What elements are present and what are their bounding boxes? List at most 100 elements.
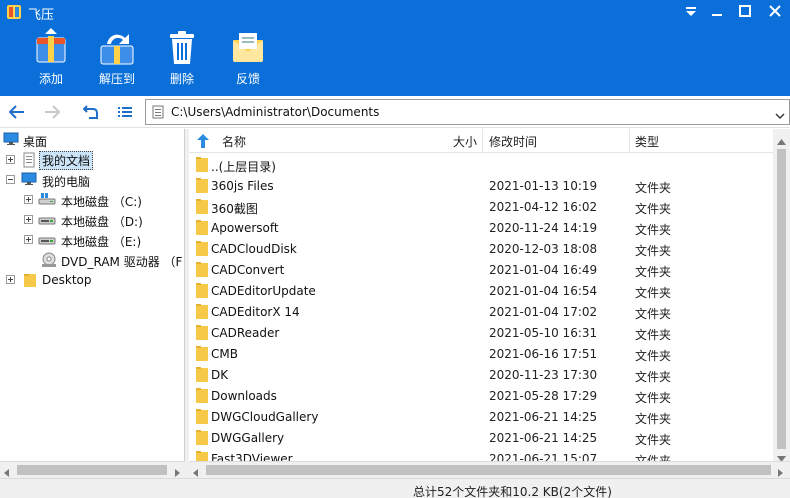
file-row[interactable]: CADEditorX 14 2021-01-04 17:02 文件夹 bbox=[189, 301, 773, 322]
file-row[interactable]: DWGCloudGallery 2021-06-21 14:25 文件夹 bbox=[189, 406, 773, 427]
file-row[interactable]: ..(上层目录) bbox=[189, 154, 773, 175]
minimize-button[interactable] bbox=[702, 0, 732, 22]
sort-up-arrow-icon bbox=[197, 134, 209, 151]
file-row[interactable]: Fast3DViewer 2021-06-21 15:07 文件夹 bbox=[189, 448, 773, 461]
expand-icon[interactable] bbox=[24, 215, 33, 224]
folder-icon bbox=[196, 304, 208, 322]
tree-item-drive-d[interactable]: 本地磁盘 （D:) bbox=[0, 210, 184, 230]
feedback-label: 反馈 bbox=[235, 72, 260, 86]
file-modified: 2021-01-04 16:54 bbox=[489, 284, 598, 298]
address-bar: C:\Users\Administrator\Documents bbox=[0, 96, 790, 128]
path-input[interactable]: C:\Users\Administrator\Documents bbox=[145, 99, 790, 125]
expand-icon[interactable] bbox=[6, 155, 15, 164]
tree-item-drive-c[interactable]: 本地磁盘 （C:) bbox=[0, 190, 184, 210]
tree-item-desktop-folder[interactable]: Desktop bbox=[0, 270, 184, 290]
file-row[interactable]: CADEditorUpdate 2021-01-04 16:54 文件夹 bbox=[189, 280, 773, 301]
tree-item-desktop[interactable]: 桌面 bbox=[0, 130, 184, 150]
dvd-drive-icon bbox=[41, 252, 57, 271]
scroll-up-icon[interactable] bbox=[777, 134, 786, 148]
maximize-button[interactable] bbox=[730, 0, 760, 22]
file-row[interactable]: DWGGallery 2021-06-21 14:25 文件夹 bbox=[189, 427, 773, 448]
file-row[interactable]: Downloads 2021-05-28 17:29 文件夹 bbox=[189, 385, 773, 406]
file-row[interactable]: CADCloudDisk 2020-12-03 18:08 文件夹 bbox=[189, 238, 773, 259]
collapse-icon[interactable] bbox=[6, 175, 15, 184]
file-modified: 2021-06-16 17:51 bbox=[489, 347, 598, 361]
file-row[interactable]: DK 2020-11-23 17:30 文件夹 bbox=[189, 364, 773, 385]
folder-icon bbox=[196, 409, 208, 427]
status-bar: 总计52个文件夹和10.2 KB(2个文件) bbox=[0, 478, 790, 498]
folder-tree: 桌面 我的文档 我的电脑 本地磁盘 （C:) 本地磁盘 （D:) 本地磁盘 （E… bbox=[0, 129, 185, 461]
folder-icon bbox=[196, 388, 208, 406]
scrollbar-thumb[interactable] bbox=[17, 465, 167, 475]
scrollbar-thumb[interactable] bbox=[777, 149, 786, 449]
file-list-horizontal-scrollbar[interactable] bbox=[189, 461, 790, 478]
add-button[interactable]: 添加 bbox=[21, 28, 81, 87]
tree-label: DVD_RAM 驱动器 （F bbox=[61, 255, 183, 269]
extract-to-button[interactable]: 解压到 bbox=[87, 28, 147, 87]
file-name: CADEditorUpdate bbox=[211, 284, 316, 298]
computer-icon bbox=[20, 172, 38, 189]
system-drive-icon bbox=[38, 192, 56, 209]
file-row[interactable]: 360js Files 2021-01-13 10:19 文件夹 bbox=[189, 175, 773, 196]
file-modified: 2021-06-21 15:07 bbox=[489, 452, 598, 461]
column-divider[interactable] bbox=[629, 129, 630, 153]
file-type: 文件夹 bbox=[635, 370, 672, 384]
tree-horizontal-scrollbar[interactable] bbox=[0, 461, 185, 478]
file-modified: 2021-06-21 14:25 bbox=[489, 431, 598, 445]
column-size[interactable]: 大小 bbox=[453, 133, 477, 150]
file-type: 文件夹 bbox=[635, 307, 672, 321]
file-name: CADConvert bbox=[211, 263, 285, 277]
back-button[interactable] bbox=[6, 102, 28, 122]
feedback-button[interactable]: 反馈 bbox=[218, 28, 278, 87]
tree-label: 本地磁盘 （D:) bbox=[61, 215, 143, 229]
file-row[interactable]: Apowersoft 2020-11-24 14:19 文件夹 bbox=[189, 217, 773, 238]
column-modified[interactable]: 修改时间 bbox=[489, 133, 537, 150]
tree-label: Desktop bbox=[42, 273, 92, 287]
file-row[interactable]: CMB 2021-06-16 17:51 文件夹 bbox=[189, 343, 773, 364]
view-list-button[interactable] bbox=[114, 102, 136, 122]
document-icon bbox=[22, 152, 36, 171]
file-name: ..(上层目录) bbox=[211, 160, 276, 174]
delete-button[interactable]: 删除 bbox=[152, 28, 212, 87]
file-name: DK bbox=[211, 368, 229, 382]
folder-icon bbox=[196, 157, 208, 175]
file-modified: 2021-01-04 17:02 bbox=[489, 305, 598, 319]
tree-item-dvd[interactable]: DVD_RAM 驱动器 （F bbox=[0, 250, 184, 271]
file-name: Downloads bbox=[211, 389, 277, 403]
file-row[interactable]: CADReader 2021-05-10 16:31 文件夹 bbox=[189, 322, 773, 343]
tree-label: 我的文档 bbox=[39, 151, 94, 170]
tree-item-drive-e[interactable]: 本地磁盘 （E:) bbox=[0, 230, 184, 250]
file-name: CADCloudDisk bbox=[211, 242, 297, 256]
column-name[interactable]: 名称 bbox=[222, 133, 246, 150]
expand-icon[interactable] bbox=[24, 195, 33, 204]
file-row[interactable]: 360截图 2021-04-12 16:02 文件夹 bbox=[189, 196, 773, 217]
close-button[interactable] bbox=[760, 0, 790, 22]
file-type: 文件夹 bbox=[635, 202, 672, 216]
file-name: Fast3DViewer bbox=[211, 452, 293, 461]
folder-icon bbox=[196, 325, 208, 343]
scrollbar-thumb[interactable] bbox=[206, 465, 771, 475]
folder-icon bbox=[196, 241, 208, 259]
tree-label: 桌面 bbox=[23, 135, 48, 149]
tree-item-my-documents[interactable]: 我的文档 bbox=[0, 150, 184, 171]
folder-icon bbox=[196, 262, 208, 280]
chevron-down-icon[interactable] bbox=[775, 108, 785, 122]
file-type: 文件夹 bbox=[635, 286, 672, 300]
expand-icon[interactable] bbox=[6, 275, 15, 284]
file-modified: 2021-01-04 16:49 bbox=[489, 263, 598, 277]
folder-icon bbox=[196, 178, 208, 196]
add-label: 添加 bbox=[38, 72, 63, 86]
column-type[interactable]: 类型 bbox=[635, 133, 659, 150]
file-row[interactable]: CADConvert 2021-01-04 16:49 文件夹 bbox=[189, 259, 773, 280]
up-level-button[interactable] bbox=[80, 102, 102, 122]
app-window: 飞压 添加 解压到 删除 反馈 C:\Users\Administrator\D… bbox=[0, 0, 790, 498]
expand-icon[interactable] bbox=[24, 235, 33, 244]
file-list-vertical-scrollbar[interactable] bbox=[773, 129, 790, 462]
folder-icon bbox=[196, 199, 208, 217]
file-name: CADEditorX 14 bbox=[211, 305, 300, 319]
file-modified: 2021-06-21 14:25 bbox=[489, 410, 598, 424]
path-text: C:\Users\Administrator\Documents bbox=[171, 105, 380, 119]
forward-button[interactable] bbox=[41, 102, 63, 122]
column-divider[interactable] bbox=[482, 129, 483, 153]
tree-item-my-computer[interactable]: 我的电脑 bbox=[0, 170, 184, 190]
